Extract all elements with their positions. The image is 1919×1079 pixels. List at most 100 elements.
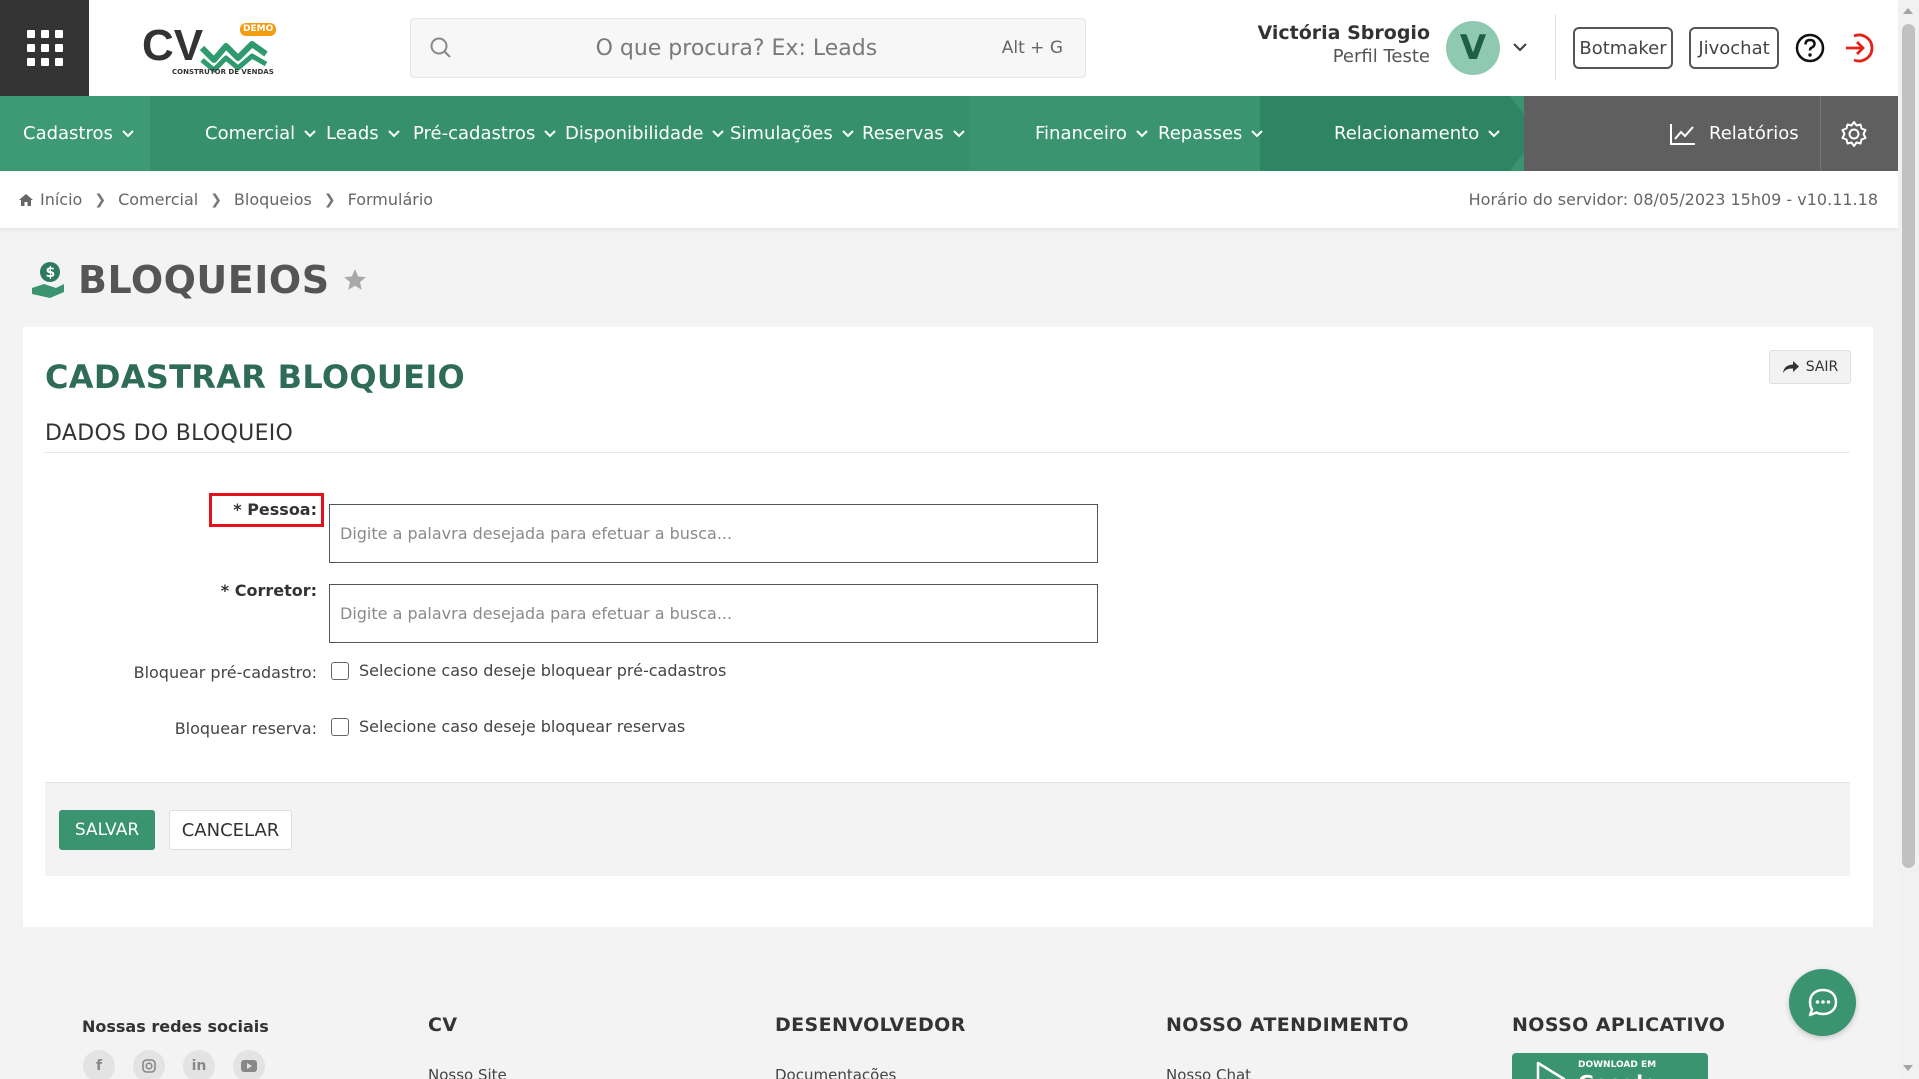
avatar[interactable]: V	[1446, 21, 1500, 75]
nav-simulacoes[interactable]: Simulações	[730, 96, 855, 171]
footer-app-title: NOSSO APLICATIVO	[1512, 1014, 1726, 1036]
cancel-button[interactable]: CANCELAR	[169, 810, 292, 850]
page-scrollbar[interactable]	[1898, 0, 1919, 1079]
breadcrumb-bar: Início ❯ Comercial ❯ Bloqueios ❯ Formulá…	[0, 171, 1898, 228]
logo-subtitle: CONSTRUTOR DE VENDAS	[172, 68, 274, 76]
nav-comercial[interactable]: Comercial	[205, 96, 317, 171]
footer-cv-title: CV	[428, 1014, 458, 1036]
bloquear-pre-cadastro-option[interactable]: Selecione caso deseje bloquear pré-cadas…	[331, 661, 726, 680]
google-play-button[interactable]: DOWNLOAD EM Google Play	[1512, 1053, 1708, 1079]
exit-label: SAIR	[1805, 359, 1839, 375]
nav-relatorios[interactable]: Relatórios	[1669, 96, 1799, 171]
bloquear-reserva-option[interactable]: Selecione caso deseje bloquear reservas	[331, 717, 685, 736]
scrollbar-thumb[interactable]	[1902, 24, 1915, 868]
nav-label: Pré-cadastros	[413, 123, 536, 144]
chart-line-icon	[1670, 123, 1695, 145]
bloquear-pre-cadastro-checkbox[interactable]	[331, 661, 349, 680]
play-store-icon	[1536, 1061, 1566, 1079]
chevron-right-icon: ❯	[323, 191, 336, 208]
chevron-down-icon[interactable]	[1512, 38, 1528, 57]
svg-text:CV: CV	[142, 21, 204, 70]
nav-label: Cadastros	[23, 123, 113, 144]
footer-support-title: NOSSO ATENDIMENTO	[1166, 1014, 1409, 1036]
search-icon	[411, 36, 471, 60]
save-button[interactable]: SALVAR	[59, 810, 155, 850]
chevron-down-icon	[952, 129, 965, 137]
server-time: Horário do servidor: 08/05/2023 15h09 - …	[1468, 190, 1878, 209]
section-title: DADOS DO BLOQUEIO	[45, 421, 294, 446]
jivochat-button[interactable]: Jivochat	[1689, 27, 1779, 69]
bloquear-reserva-label: Bloquear reserva:	[174, 719, 317, 738]
search-input[interactable]	[471, 35, 1002, 61]
nav-reservas[interactable]: Reservas	[862, 96, 966, 171]
chevron-down-icon	[304, 129, 316, 137]
money-hand-icon: $	[32, 262, 64, 298]
youtube-icon[interactable]	[233, 1050, 265, 1079]
breadcrumb-home[interactable]: Início	[18, 190, 82, 209]
pessoa-label: * Pessoa:	[233, 500, 317, 519]
page-header: $ BLOQUEIOS	[30, 258, 368, 302]
breadcrumb-bloqueios[interactable]: Bloqueios	[234, 190, 312, 209]
logo-badge: DEMO	[243, 24, 274, 34]
breadcrumb: Início ❯ Comercial ❯ Bloqueios ❯ Formulá…	[18, 190, 433, 209]
share-arrow-icon	[1782, 361, 1799, 373]
star-icon[interactable]	[342, 267, 368, 293]
corretor-input[interactable]	[329, 584, 1098, 643]
chevron-down-icon	[544, 129, 557, 137]
nav-label: Simulações	[730, 123, 833, 144]
form-actions: SALVAR CANCELAR	[45, 782, 1850, 876]
gear-icon[interactable]	[1840, 120, 1868, 152]
exit-button[interactable]: SAIR	[1769, 350, 1851, 384]
cv-logo[interactable]: CV DEMO CONSTRUTOR DE VENDAS	[140, 20, 280, 78]
footer-link-chat[interactable]: Nosso Chat	[1166, 1066, 1251, 1079]
scroll-down-arrow[interactable]	[1903, 1065, 1913, 1071]
nav-label: Financeiro	[1035, 123, 1127, 144]
divider	[1820, 96, 1821, 171]
nav-label: Reservas	[862, 123, 944, 144]
corretor-label: * Corretor:	[220, 581, 317, 600]
nav-financeiro[interactable]: Financeiro	[1035, 96, 1149, 171]
search-shortcut: Alt + G	[1001, 38, 1063, 58]
footer-link-docs[interactable]: Documentações	[775, 1066, 896, 1079]
bloquear-reserva-text: Selecione caso deseje bloquear reservas	[359, 717, 686, 736]
apps-menu-button[interactable]	[0, 0, 89, 96]
page-title: BLOQUEIOS	[78, 258, 330, 302]
facebook-icon[interactable]: f	[83, 1050, 115, 1079]
global-search: Alt + G	[410, 18, 1086, 78]
breadcrumb-current: Formulário	[347, 190, 434, 209]
divider	[45, 452, 1850, 453]
linkedin-icon[interactable]: in	[183, 1050, 215, 1079]
gplay-big-text: Google Play	[1578, 1071, 1708, 1079]
nav-label: Relacionamento	[1334, 123, 1480, 144]
chevron-right-icon: ❯	[210, 191, 222, 208]
nav-repasses[interactable]: Repasses	[1158, 96, 1264, 171]
footer-social-title: Nossas redes sociais	[82, 1017, 269, 1036]
breadcrumb-comercial[interactable]: Comercial	[118, 190, 198, 209]
footer-link-site[interactable]: Nosso Site	[428, 1066, 507, 1079]
botmaker-button[interactable]: Botmaker	[1573, 27, 1673, 69]
logout-icon[interactable]	[1842, 31, 1876, 69]
main-nav: Cadastros Comercial Leads Pré-cadastros …	[0, 96, 1898, 171]
nav-pre-cadastros[interactable]: Pré-cadastros	[413, 96, 557, 171]
instagram-icon[interactable]	[133, 1050, 165, 1079]
user-info[interactable]: Victória Sbrogio Perfil Teste	[1240, 22, 1430, 67]
nav-cadastros[interactable]: Cadastros	[23, 96, 135, 171]
nav-relacionamento[interactable]: Relacionamento	[1334, 96, 1501, 171]
scroll-up-arrow[interactable]	[1903, 8, 1913, 14]
nav-leads[interactable]: Leads	[326, 96, 401, 171]
chevron-down-icon	[842, 129, 854, 137]
home-icon	[19, 193, 33, 206]
bloquear-pre-cadastro-text: Selecione caso deseje bloquear pré-cadas…	[359, 661, 727, 680]
breadcrumb-label: Início	[40, 190, 83, 209]
help-icon[interactable]	[1795, 33, 1825, 67]
pessoa-input[interactable]	[329, 504, 1098, 563]
chevron-right-icon: ❯	[94, 191, 107, 208]
nav-tools: Relatórios	[1524, 96, 1898, 171]
bloquear-reserva-checkbox[interactable]	[331, 717, 349, 736]
gplay-small-text: DOWNLOAD EM	[1578, 1060, 1657, 1070]
nav-disponibilidade[interactable]: Disponibilidade	[565, 96, 725, 171]
divider	[1555, 14, 1556, 80]
chat-bubble-icon	[1808, 988, 1837, 1016]
footer-dev-title: DESENVOLVEDOR	[775, 1014, 966, 1036]
chat-button[interactable]	[1789, 969, 1856, 1036]
